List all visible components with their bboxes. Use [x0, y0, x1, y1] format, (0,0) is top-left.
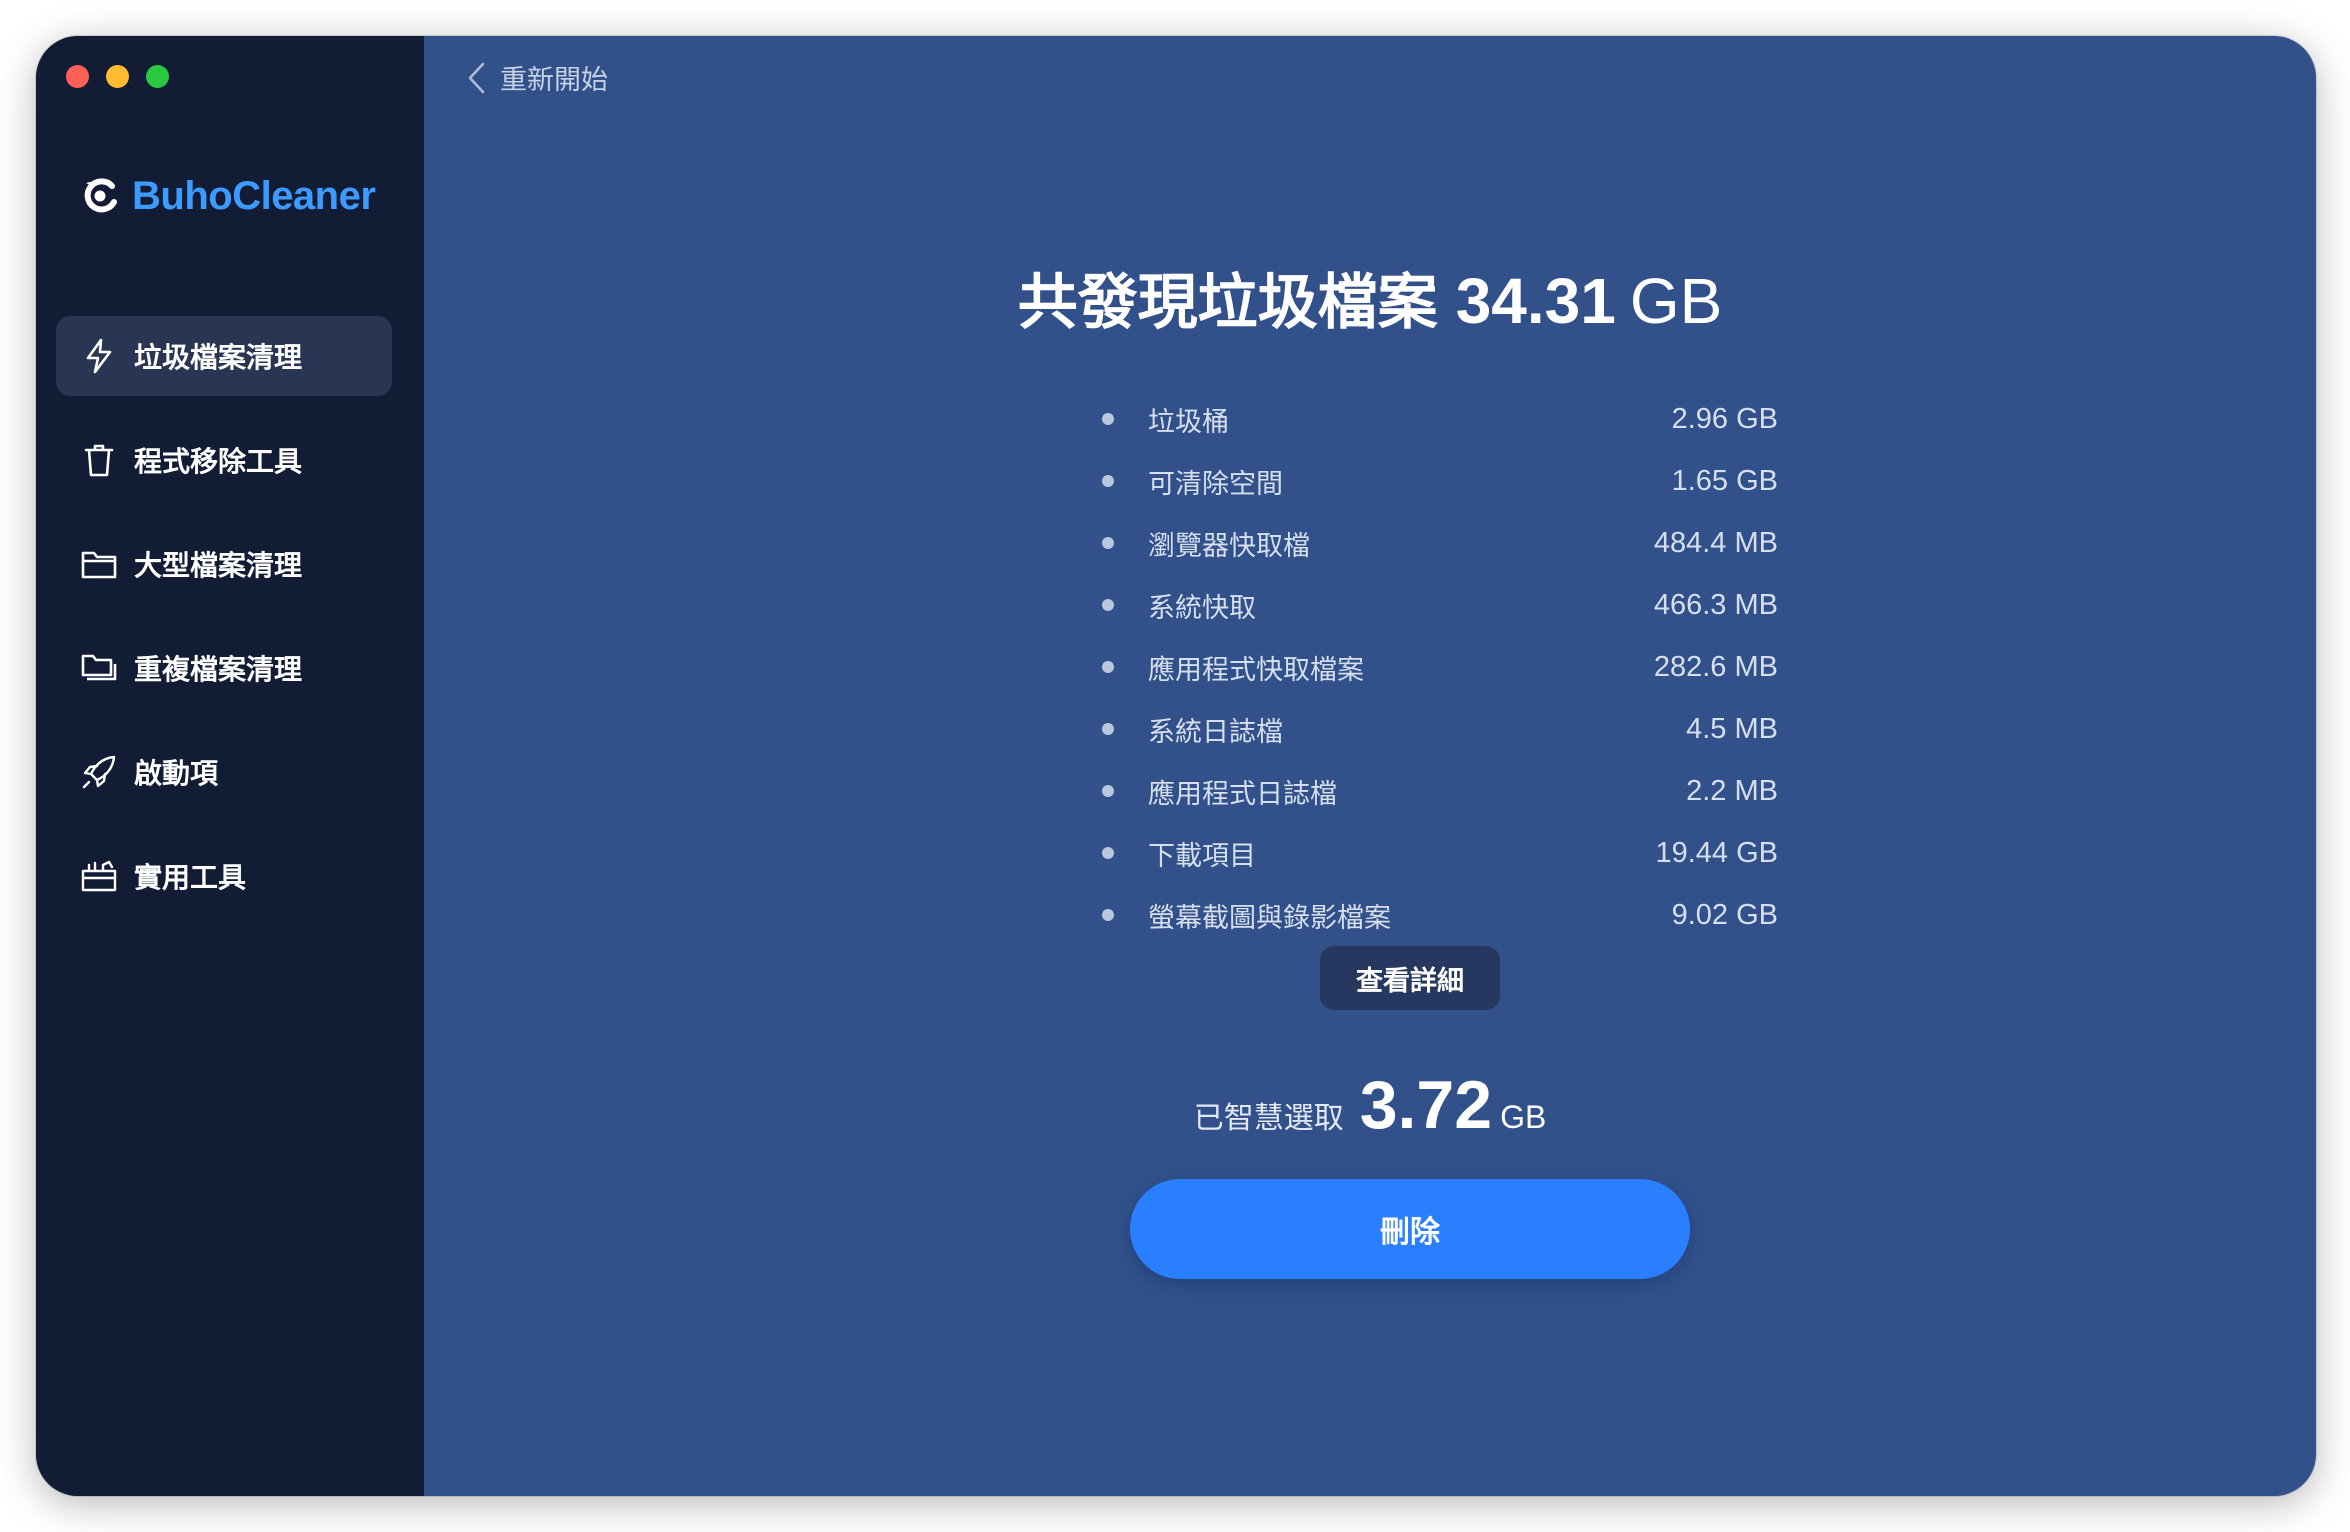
sidebar-item-label: 大型檔案清理	[134, 549, 303, 582]
item-label: 可清除空間	[1148, 468, 1283, 500]
bullet-icon	[1102, 661, 1114, 673]
chevron-left-icon	[468, 62, 485, 93]
item-label: 應用程式日誌檔	[1148, 778, 1337, 810]
bullet-icon	[1102, 413, 1114, 425]
selection-label: 已智慧選取	[1193, 1101, 1344, 1136]
list-item: 可清除空間 1.65 GB	[1098, 450, 1778, 512]
list-item: 瀏覽器快取檔 484.4 MB	[1098, 512, 1778, 574]
sidebar-item-label: 啟動項	[134, 757, 219, 790]
back-label: 重新開始	[500, 65, 608, 96]
back-button[interactable]: 重新開始	[466, 58, 608, 97]
sidebar-item-label: 垃圾檔案清理	[134, 341, 303, 374]
sidebar: BuhoCleaner 垃圾檔案清理 程式移除工具 大型檔案清理 重複檔案清理 …	[36, 36, 424, 1496]
minimize-window-button[interactable]	[106, 65, 129, 88]
smart-selection-summary: 已智慧選取 3.72 GB	[424, 1066, 2316, 1144]
bullet-icon	[1102, 599, 1114, 611]
list-item: 系統日誌檔 4.5 MB	[1098, 698, 1778, 760]
item-label: 瀏覽器快取檔	[1148, 530, 1310, 562]
item-size: 19.44 GB	[1655, 836, 1778, 869]
bullet-icon	[1102, 475, 1114, 487]
app-window: BuhoCleaner 垃圾檔案清理 程式移除工具 大型檔案清理 重複檔案清理 …	[36, 36, 2316, 1496]
item-label: 系統快取	[1148, 592, 1256, 624]
item-label: 螢幕截圖與錄影檔案	[1148, 902, 1391, 934]
bullet-icon	[1102, 785, 1114, 797]
delete-button[interactable]: 刪除	[1130, 1179, 1690, 1279]
sidebar-item-duplicates[interactable]: 重複檔案清理	[56, 628, 392, 708]
app-name: BuhoCleaner	[132, 173, 376, 218]
bullet-icon	[1102, 847, 1114, 859]
trash-icon	[80, 441, 118, 479]
item-label: 下載項目	[1148, 840, 1256, 872]
folder-icon	[80, 545, 118, 583]
bullet-icon	[1102, 909, 1114, 921]
sidebar-item-label: 實用工具	[134, 861, 247, 894]
zoom-window-button[interactable]	[146, 65, 169, 88]
duplicate-folder-icon	[80, 649, 118, 687]
item-size: 2.96 GB	[1671, 402, 1778, 435]
item-label: 應用程式快取檔案	[1148, 654, 1364, 686]
summary-total-unit: GB	[1629, 265, 1723, 337]
app-logo: BuhoCleaner	[78, 166, 376, 226]
sidebar-nav: 垃圾檔案清理 程式移除工具 大型檔案清理 重複檔案清理 啟動項 實用工具	[56, 316, 392, 940]
item-size: 282.6 MB	[1653, 650, 1778, 683]
lightning-icon	[80, 337, 118, 375]
item-size: 9.02 GB	[1671, 898, 1778, 931]
sidebar-item-label: 程式移除工具	[134, 445, 303, 478]
list-item: 螢幕截圖與錄影檔案 9.02 GB	[1098, 884, 1778, 946]
sidebar-item-toolkit[interactable]: 實用工具	[56, 836, 392, 916]
list-item: 下載項目 19.44 GB	[1098, 822, 1778, 884]
sidebar-item-junk-cleanup[interactable]: 垃圾檔案清理	[56, 316, 392, 396]
sidebar-item-large-files[interactable]: 大型檔案清理	[56, 524, 392, 604]
sidebar-item-startup[interactable]: 啟動項	[56, 732, 392, 812]
sidebar-item-app-uninstaller[interactable]: 程式移除工具	[56, 420, 392, 500]
close-window-button[interactable]	[66, 65, 89, 88]
item-size: 484.4 MB	[1653, 526, 1778, 559]
junk-category-list: 垃圾桶 2.96 GB 可清除空間 1.65 GB 瀏覽器快取檔 484.4 MB 系…	[1098, 388, 1778, 946]
item-size: 1.65 GB	[1671, 464, 1778, 497]
summary-title-text: 共發現垃圾檔案	[1017, 268, 1438, 338]
toolbox-icon	[80, 857, 118, 895]
bullet-icon	[1102, 723, 1114, 735]
summary-title: 共發現垃圾檔案 34.31 GB	[424, 254, 2316, 341]
rocket-icon	[80, 753, 118, 791]
view-details-button[interactable]: 查看詳細	[1320, 946, 1500, 1010]
list-item: 垃圾桶 2.96 GB	[1098, 388, 1778, 450]
item-size: 4.5 MB	[1686, 712, 1778, 745]
list-item: 應用程式快取檔案 282.6 MB	[1098, 636, 1778, 698]
main-content: 重新開始 共發現垃圾檔案 34.31 GB 垃圾桶 2.96 GB 可清除空間 1.65…	[424, 36, 2316, 1496]
item-label: 系統日誌檔	[1148, 716, 1283, 748]
list-item: 應用程式日誌檔 2.2 MB	[1098, 760, 1778, 822]
selection-value: 3.72	[1359, 1067, 1493, 1143]
item-size: 466.3 MB	[1653, 588, 1778, 621]
item-label: 垃圾桶	[1148, 406, 1229, 438]
sidebar-item-label: 重複檔案清理	[134, 653, 303, 686]
buho-logo-icon	[84, 178, 117, 213]
selection-unit: GB	[1500, 1099, 1547, 1135]
summary-total-value: 34.31	[1455, 265, 1616, 337]
item-size: 2.2 MB	[1686, 774, 1778, 807]
list-item: 系統快取 466.3 MB	[1098, 574, 1778, 636]
bullet-icon	[1102, 537, 1114, 549]
